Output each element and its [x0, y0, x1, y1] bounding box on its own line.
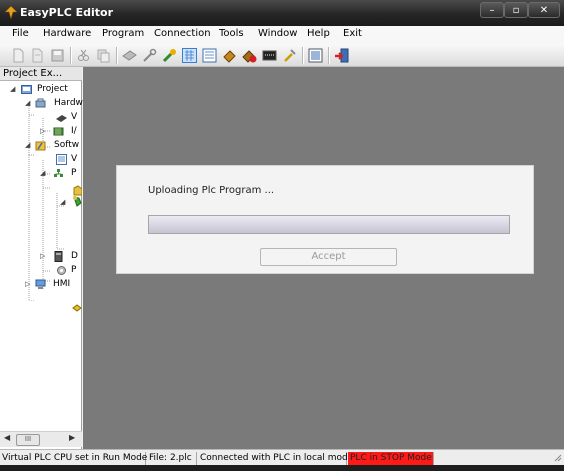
io-icon: [53, 127, 64, 136]
copy-icon[interactable]: [96, 48, 111, 63]
software-folder-icon: [35, 141, 46, 151]
new-file-icon[interactable]: [11, 48, 26, 63]
program-icon: [54, 169, 63, 177]
connect-icon[interactable]: [162, 48, 177, 63]
status-file: File: 2.plc: [147, 452, 197, 465]
menu-hardware[interactable]: Hardware: [43, 28, 91, 39]
toolbar: [0, 44, 564, 67]
title-bar[interactable]: EasyPLC Editor – ▫ ✕: [0, 0, 564, 26]
window-icon[interactable]: [308, 48, 323, 63]
menu-connection[interactable]: Connection: [154, 28, 211, 39]
scroll-left-icon[interactable]: ◀: [4, 433, 10, 442]
status-bar: Virtual PLC CPU set in Run Mode File: 2.…: [0, 449, 564, 465]
tree-label: V: [71, 154, 78, 164]
project-icon: [21, 85, 32, 94]
tree-expanded-icon[interactable]: ◢: [25, 141, 30, 149]
toolbar-separator: [70, 47, 72, 64]
toolbar-separator: [328, 47, 330, 64]
menu-file[interactable]: File: [12, 28, 29, 39]
tree-expanded-icon[interactable]: ◢: [60, 198, 65, 206]
minimize-button[interactable]: –: [480, 2, 504, 18]
upload-progress-bar: [148, 215, 510, 234]
tools-icon[interactable]: [282, 48, 297, 63]
menu-bar: File Hardware Program Connection Tools W…: [0, 26, 564, 44]
menu-tools[interactable]: Tools: [219, 28, 244, 39]
accept-button[interactable]: Accept: [260, 248, 397, 266]
toolbar-separator: [116, 47, 118, 64]
tree-expanded-icon[interactable]: ◢: [25, 99, 30, 107]
plc-icon[interactable]: [222, 48, 237, 63]
status-connection: Connected with PLC in local mode: [200, 452, 354, 465]
upload-dialog: Uploading Plc Program ... Accept: [116, 165, 534, 274]
rung-icon[interactable]: [72, 304, 82, 312]
routine-icon[interactable]: [72, 195, 82, 207]
save-icon[interactable]: [50, 48, 65, 63]
maximize-button[interactable]: ▫: [504, 2, 528, 18]
tree-label: P: [71, 265, 77, 275]
tree-collapsed-icon[interactable]: ▷: [25, 280, 30, 288]
variables-icon: [56, 154, 67, 165]
project-explorer-title: Project Ex...: [3, 68, 63, 79]
tree-expanded-icon[interactable]: ◢: [10, 85, 15, 93]
tree-expanded-icon[interactable]: ◢: [40, 169, 45, 177]
minimize-icon: –: [489, 5, 495, 16]
stop-icon[interactable]: [242, 48, 257, 63]
hmi-icon: [35, 279, 46, 289]
toolbar-separator: [302, 47, 304, 64]
tree-collapsed-icon[interactable]: ▷: [40, 127, 45, 135]
window-bottom-frame: [0, 465, 564, 471]
exit-icon[interactable]: [334, 48, 349, 63]
tree-label: Project: [37, 84, 68, 94]
wrench-icon[interactable]: [142, 48, 157, 63]
window-title: EasyPLC Editor: [20, 6, 114, 19]
monitor-grid-icon[interactable]: [202, 48, 217, 63]
tree-label: Softw: [54, 140, 80, 150]
maximize-icon: ▫: [512, 5, 520, 16]
progress-fill: [149, 216, 509, 233]
tree-label: HMI: [53, 279, 71, 289]
tree-label: I/: [71, 126, 77, 136]
status-cpu-mode: Virtual PLC CPU set in Run Mode: [2, 452, 148, 465]
tree-collapsed-icon[interactable]: ▷: [40, 252, 45, 260]
menu-window[interactable]: Window: [258, 28, 297, 39]
app-logo-icon: [5, 6, 17, 19]
menu-exit[interactable]: Exit: [343, 28, 362, 39]
device-icon: [54, 251, 63, 262]
hardware-folder-icon: [35, 98, 46, 108]
tree-label: Hardw: [54, 98, 83, 108]
project-explorer-header: Project Ex...: [0, 67, 82, 81]
scroll-thumb[interactable]: III: [16, 434, 40, 446]
menu-program[interactable]: Program: [102, 28, 144, 39]
close-button[interactable]: ✕: [528, 2, 560, 18]
scroll-right-icon[interactable]: ▶: [69, 433, 75, 442]
upload-message: Uploading Plc Program ...: [148, 185, 275, 196]
project-explorer-panel: Project Ex... ◢ Project ◢ Hardw V ▷ I/ ◢…: [0, 67, 83, 449]
plugin-icon: [57, 266, 66, 275]
close-icon: ✕: [539, 5, 549, 16]
tree-horizontal-scrollbar[interactable]: ◀ III ▶: [0, 431, 82, 447]
status-plc-state: PLC in STOP Mode: [348, 452, 434, 465]
grid-icon[interactable]: [182, 48, 197, 63]
app-window: EasyPLC Editor – ▫ ✕ File Hardware Progr…: [0, 0, 564, 471]
menu-help[interactable]: Help: [307, 28, 330, 39]
cut-icon[interactable]: [76, 48, 91, 63]
resize-grip-icon[interactable]: [553, 453, 562, 462]
tree-label: P: [71, 168, 77, 178]
display-icon[interactable]: [262, 48, 277, 63]
tree-lines: [28, 104, 64, 301]
tree-label: V: [71, 112, 78, 122]
virtual-plc-icon: [56, 115, 67, 122]
hardware-icon[interactable]: [122, 48, 137, 63]
open-file-icon[interactable]: [30, 48, 45, 63]
tree-label: D: [71, 251, 78, 261]
